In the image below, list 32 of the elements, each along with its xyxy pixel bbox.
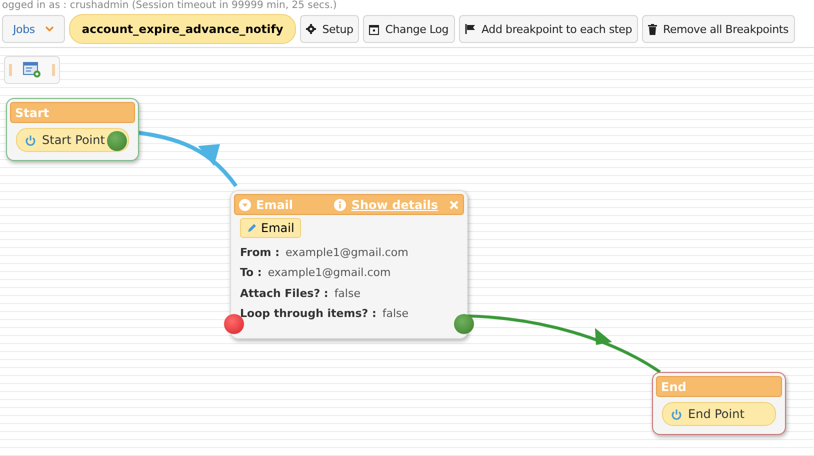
field-value: example1@gmail.com <box>268 266 391 280</box>
job-name: account_expire_advance_notify <box>68 14 296 44</box>
field-value: example1@gmail.com <box>285 246 408 259</box>
field-label: To : <box>240 266 262 280</box>
toolbar-button[interactable]: Setup <box>300 15 360 43</box>
field-value: false <box>382 307 409 320</box>
calendar-icon <box>369 24 380 34</box>
node-header: End <box>656 376 782 397</box>
toolbar-button[interactable]: Add breakpoint to each step <box>458 15 638 43</box>
node-label: End Point <box>662 402 776 426</box>
power-icon <box>25 134 36 146</box>
power-icon <box>671 408 682 420</box>
task-type-badge: Email <box>240 218 302 238</box>
jobs-menu-button[interactable]: Jobs <box>2 15 65 43</box>
node-header: Start <box>10 102 135 123</box>
flag-icon <box>464 24 476 34</box>
field-label: From : <box>240 246 280 259</box>
field-label: Loop through items? : <box>240 307 376 320</box>
field-value: false <box>334 286 360 300</box>
trash-icon <box>648 24 657 34</box>
gear-icon <box>306 24 316 34</box>
add-step-icon[interactable] <box>23 62 41 78</box>
pencil-icon <box>247 224 256 232</box>
field-label: Attach Files? : <box>240 286 328 300</box>
toolbar-button[interactable]: Change Log <box>363 15 455 43</box>
session-info: ogged in as : crushadmin (Session timeout in 99999 min, 25 secs.) <box>1 0 338 12</box>
node-title: Email <box>256 198 294 212</box>
end-node[interactable]: End End Point <box>652 372 786 435</box>
info-icon <box>334 198 346 210</box>
start-node[interactable]: Start Start Point <box>6 98 139 161</box>
toolbar-button[interactable]: Remove all Breakpoints <box>642 15 795 43</box>
caret-icon <box>44 26 54 32</box>
